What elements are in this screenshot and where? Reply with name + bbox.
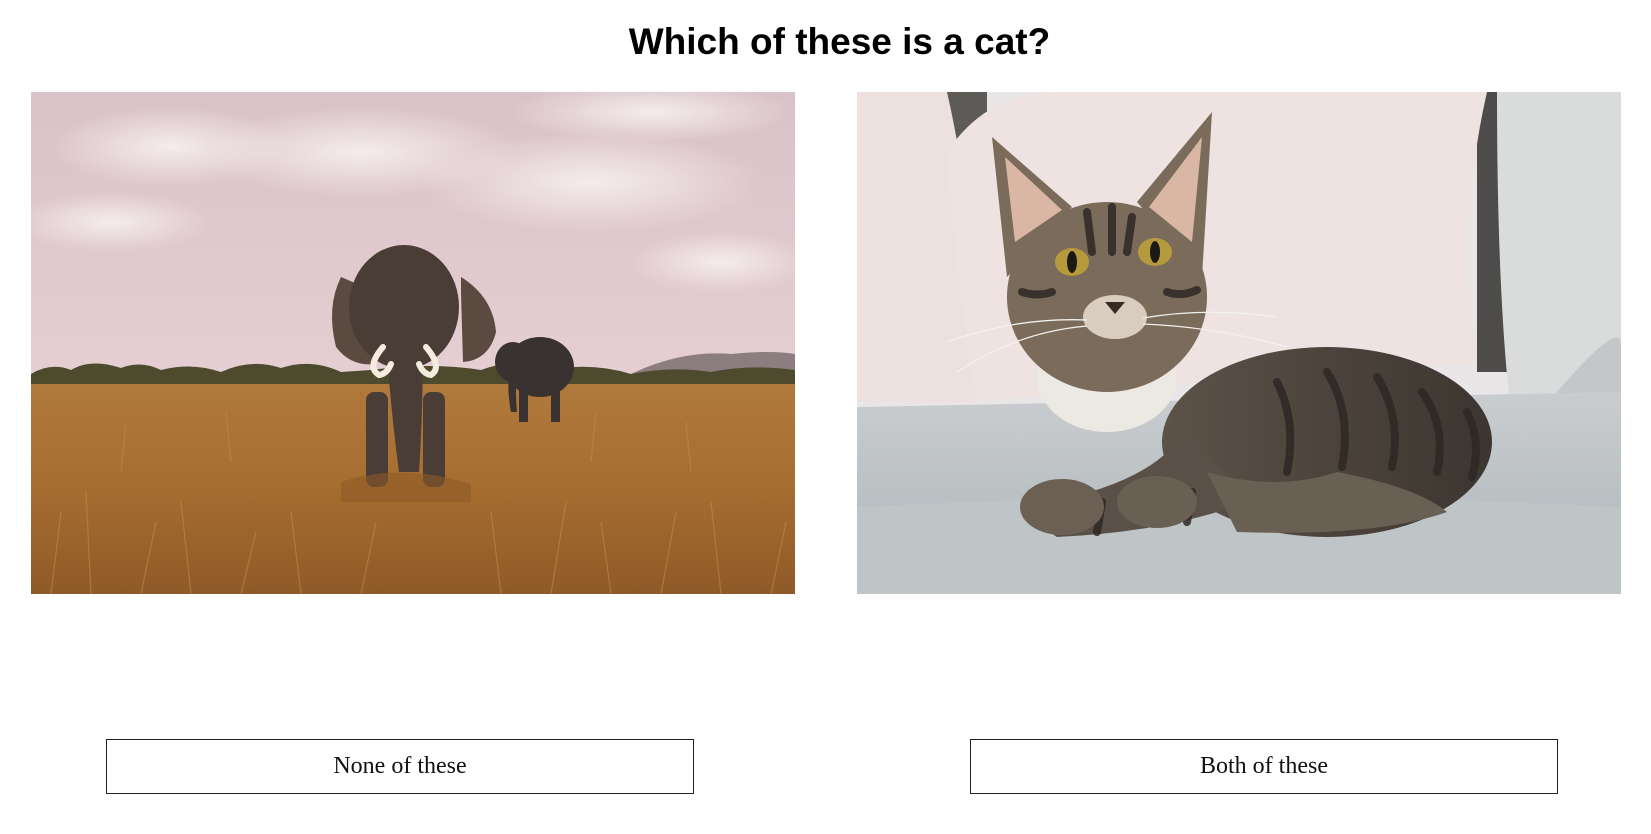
- question-title: Which of these is a cat?: [628, 21, 1051, 62]
- none-of-these-button[interactable]: None of these: [106, 739, 694, 794]
- cat-photo: [857, 92, 1621, 594]
- elephant-image[interactable]: [31, 92, 795, 594]
- elephant-photo: [31, 92, 795, 594]
- both-of-these-button[interactable]: Both of these: [970, 739, 1558, 794]
- cat-image[interactable]: [857, 92, 1621, 594]
